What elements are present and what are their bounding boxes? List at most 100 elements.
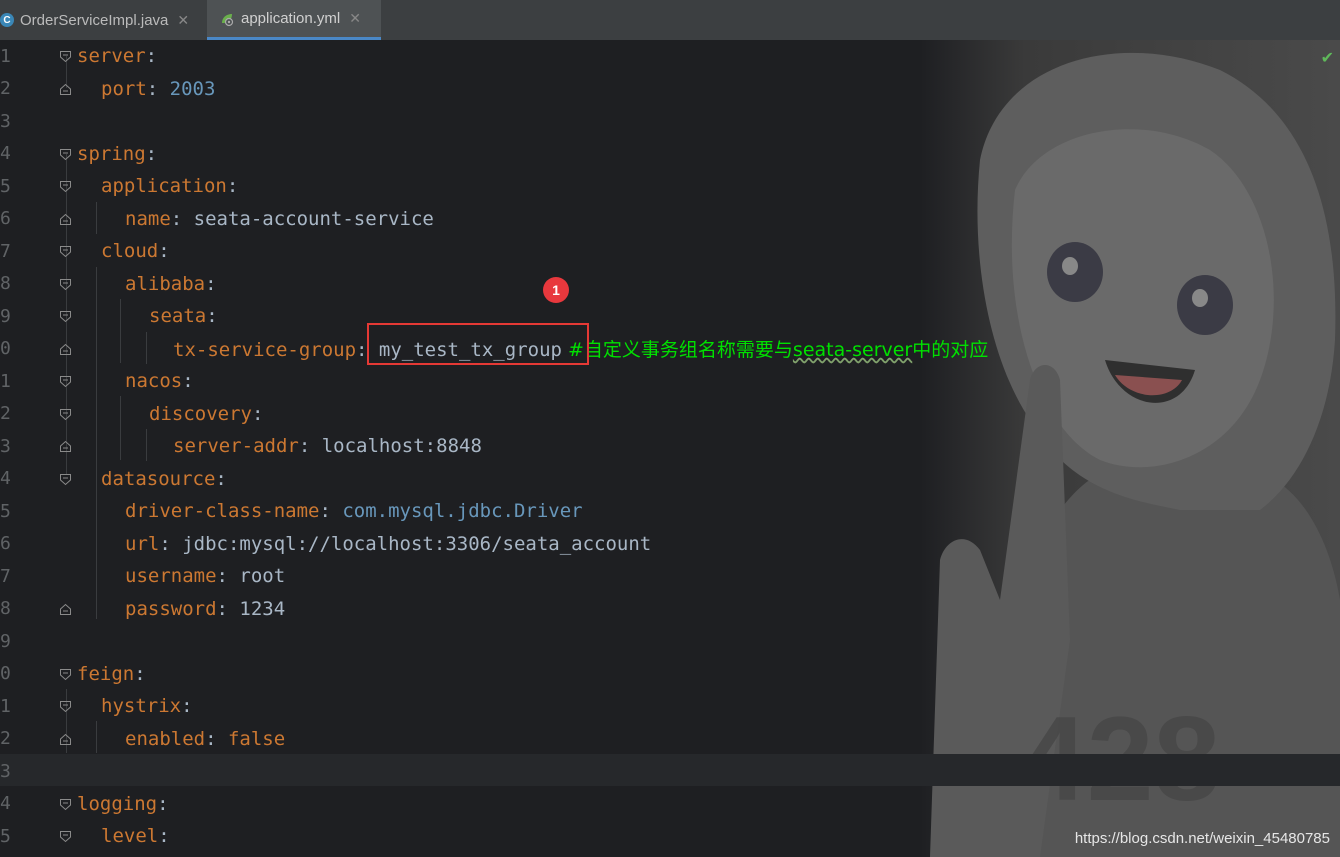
- line-number: 9: [0, 305, 11, 327]
- tab-label: OrderServiceImpl.java: [20, 11, 169, 29]
- line-number: 3: [0, 110, 11, 132]
- yaml-separator: :: [181, 695, 193, 718]
- line-number: 9: [0, 630, 11, 652]
- code-text: logging:: [77, 793, 169, 815]
- fold-marker-icon[interactable]: [59, 473, 72, 486]
- yaml-separator: :: [145, 45, 158, 68]
- watermark: https://blog.csdn.net/weixin_45480785: [1074, 830, 1330, 847]
- fold-marker-icon[interactable]: [59, 668, 72, 681]
- fold-marker-icon[interactable]: [59, 700, 72, 713]
- yaml-separator: :: [205, 727, 228, 750]
- comment-squiggly-text: seata-server: [792, 339, 913, 362]
- yaml-key: spring: [77, 142, 146, 165]
- code-line[interactable]: 4 spring:: [0, 138, 1340, 171]
- yaml-key: username: [125, 565, 217, 588]
- yaml-separator: :: [182, 370, 194, 393]
- code-line[interactable]: 3: [0, 105, 1340, 138]
- code-text: spring:: [77, 143, 157, 165]
- yaml-separator: :: [146, 77, 170, 100]
- yaml-value: localhost:8848: [321, 435, 482, 458]
- fold-marker-icon[interactable]: [59, 603, 72, 616]
- code-text: seata:: [149, 305, 218, 327]
- code-line[interactable]: 3: [0, 755, 1340, 788]
- fold-marker-icon[interactable]: [59, 343, 72, 356]
- yaml-key: cloud: [101, 240, 159, 263]
- yaml-separator: :: [319, 500, 343, 523]
- line-number: 5: [0, 175, 11, 197]
- close-icon[interactable]: ✕: [349, 10, 361, 27]
- fold-marker-icon[interactable]: [59, 733, 72, 746]
- code-text: url: jdbc:mysql://localhost:3306/seata_a…: [125, 533, 651, 555]
- code-text: username: root: [125, 565, 285, 587]
- fold-marker-icon[interactable]: [59, 798, 72, 811]
- code-line[interactable]: 1 hystrix:: [0, 690, 1340, 723]
- yaml-key: enabled: [125, 727, 206, 750]
- code-line[interactable]: 9: [0, 625, 1340, 658]
- code-editor[interactable]: 428 1server:2port: 200334spring:5applica…: [0, 40, 1340, 857]
- yaml-separator: :: [170, 207, 194, 230]
- yaml-separator: :: [216, 597, 240, 620]
- tab-application-yml[interactable]: application.yml ✕: [207, 0, 381, 40]
- yaml-key: password: [125, 597, 217, 620]
- fold-marker-icon[interactable]: [59, 310, 72, 323]
- annotation-badge: 1: [543, 277, 569, 303]
- fold-marker-icon[interactable]: [59, 50, 72, 63]
- line-number: 8: [0, 273, 11, 295]
- line-number: 4: [0, 143, 11, 165]
- code-line[interactable]: 6 url: jdbc:mysql://localhost:3306/seata_…: [0, 528, 1340, 561]
- code-line[interactable]: 4 datasource:: [0, 463, 1340, 496]
- code-line[interactable]: 3 server-addr: localhost:8848: [0, 430, 1340, 463]
- fold-marker-icon[interactable]: [59, 148, 72, 161]
- code-line[interactable]: 7 cloud:: [0, 235, 1340, 268]
- fold-marker-icon[interactable]: [59, 245, 72, 258]
- yaml-separator: :: [159, 532, 183, 555]
- code-text: cloud:: [101, 240, 170, 262]
- code-line[interactable]: 4 logging:: [0, 788, 1340, 821]
- line-number: 5: [0, 825, 11, 847]
- code-line[interactable]: 0 tx-service-group: my_test_tx_group #自定义…: [0, 333, 1340, 366]
- yaml-separator: :: [226, 175, 239, 198]
- code-text: password: 1234: [125, 598, 285, 620]
- code-line[interactable]: 5 driver-class-name: com.mysql.jdbc.Drive…: [0, 495, 1340, 528]
- fold-marker-icon[interactable]: [59, 440, 72, 453]
- tab-label: application.yml: [241, 10, 341, 27]
- fold-marker-icon[interactable]: [59, 180, 72, 193]
- line-number: 8: [0, 598, 11, 620]
- yaml-separator: :: [251, 402, 264, 425]
- close-icon[interactable]: ✕: [177, 12, 189, 29]
- yaml-value: 2003: [169, 77, 216, 100]
- fold-marker-icon[interactable]: [59, 83, 72, 96]
- code-text: feign:: [77, 663, 146, 685]
- yaml-key: discovery: [149, 402, 252, 425]
- code-line[interactable]: 1 server:: [0, 40, 1340, 73]
- fold-marker-icon[interactable]: [59, 830, 72, 843]
- line-number: 3: [0, 435, 11, 457]
- yaml-value: com.mysql.jdbc.Driver: [342, 500, 583, 523]
- code-line[interactable]: 2 discovery:: [0, 398, 1340, 431]
- code-line[interactable]: 8 alibaba:: [0, 268, 1340, 301]
- spring-yml-icon: [222, 13, 234, 26]
- line-number: 7: [0, 565, 11, 587]
- code-line[interactable]: 6 name: seata-account-service: [0, 203, 1340, 236]
- code-line[interactable]: 5 application:: [0, 170, 1340, 203]
- code-line[interactable]: 7 username: root: [0, 560, 1340, 593]
- code-line[interactable]: 2 port: 2003: [0, 73, 1340, 106]
- yaml-separator: :: [216, 565, 240, 588]
- code-line[interactable]: 8 password: 1234: [0, 593, 1340, 626]
- fold-marker-icon[interactable]: [59, 213, 72, 226]
- line-number: 5: [0, 500, 11, 522]
- yaml-key: server: [77, 45, 146, 68]
- yaml-separator: :: [134, 662, 146, 685]
- tab-orderserviceimpl[interactable]: C OrderServiceImpl.java ✕: [0, 0, 204, 40]
- code-line[interactable]: 9 seata:: [0, 300, 1340, 333]
- fold-marker-icon[interactable]: [59, 278, 72, 291]
- fold-marker-icon[interactable]: [59, 408, 72, 421]
- code-text: discovery:: [149, 403, 263, 425]
- yaml-key: driver-class-name: [125, 500, 320, 523]
- editor-tab-bar: C OrderServiceImpl.java ✕ application.ym…: [0, 0, 1340, 41]
- fold-marker-icon[interactable]: [59, 375, 72, 388]
- code-line[interactable]: 2 enabled: false: [0, 723, 1340, 756]
- code-line[interactable]: 0 feign:: [0, 658, 1340, 691]
- code-line[interactable]: 1 nacos:: [0, 365, 1340, 398]
- check-icon[interactable]: ✔: [1321, 48, 1334, 67]
